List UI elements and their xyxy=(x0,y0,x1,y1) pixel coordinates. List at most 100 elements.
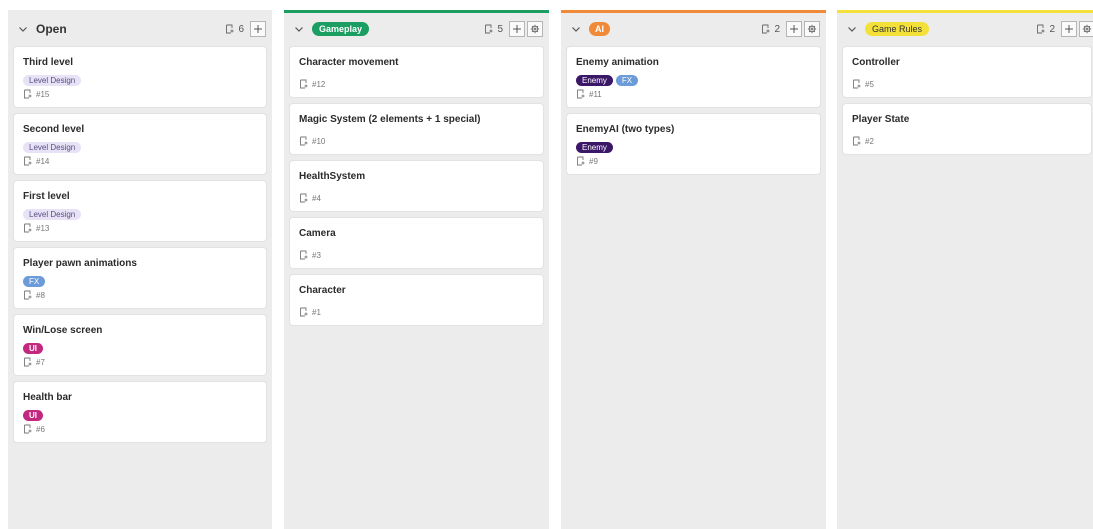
add-card-button[interactable] xyxy=(1061,21,1077,37)
chevron-down-icon[interactable] xyxy=(292,22,306,36)
issue-number: #4 xyxy=(299,193,535,203)
label-level-design[interactable]: Level Design xyxy=(23,142,82,153)
card[interactable]: Camera #3 xyxy=(290,218,543,268)
column-title: Game Rules xyxy=(865,22,930,36)
issue-icon xyxy=(762,24,770,34)
card[interactable]: Player State #2 xyxy=(843,104,1091,154)
column-title: Gameplay xyxy=(312,22,370,36)
chevron-down-icon[interactable] xyxy=(16,22,30,36)
label-enemy[interactable]: Enemy xyxy=(576,75,613,86)
issue-count: 2 xyxy=(761,24,780,35)
card-title[interactable]: Enemy animation xyxy=(576,56,812,69)
issue-number: #14 xyxy=(23,156,258,166)
card-title[interactable]: Controller xyxy=(852,56,1083,69)
add-card-button[interactable] xyxy=(250,21,266,37)
card[interactable]: First level Level Design #13 xyxy=(14,181,266,241)
column-header: AI 2 xyxy=(561,13,826,45)
issue-number: #13 xyxy=(23,223,258,233)
card[interactable]: Third level Level Design #15 xyxy=(14,47,266,107)
add-card-button[interactable] xyxy=(786,21,802,37)
card-title[interactable]: HealthSystem xyxy=(299,170,535,183)
gear-icon[interactable] xyxy=(804,21,820,37)
column-header: Open 6 xyxy=(8,13,272,45)
gear-icon[interactable] xyxy=(527,21,543,37)
issue-number: #11 xyxy=(576,89,812,99)
chevron-down-icon[interactable] xyxy=(569,22,583,36)
issue-icon xyxy=(24,357,32,367)
label-enemy[interactable]: Enemy xyxy=(576,142,613,153)
issue-number: #8 xyxy=(23,290,258,300)
column-game-rules: Game Rules 2 Controller #5 Player State … xyxy=(837,10,1093,529)
issue-number: #9 xyxy=(576,156,812,166)
card[interactable]: Second level Level Design #14 xyxy=(14,114,266,174)
issue-icon xyxy=(485,24,493,34)
issue-icon xyxy=(300,250,308,260)
issue-icon xyxy=(853,136,861,146)
label-ui[interactable]: UI xyxy=(23,343,43,354)
card[interactable]: HealthSystem #4 xyxy=(290,161,543,211)
card-title[interactable]: Character xyxy=(299,284,535,297)
card[interactable]: Player pawn animations FX #8 xyxy=(14,248,266,308)
label-fx[interactable]: FX xyxy=(615,75,639,86)
label-fx[interactable]: FX xyxy=(23,276,46,287)
issue-icon xyxy=(226,24,234,34)
card[interactable]: Win/Lose screen UI #7 xyxy=(14,315,266,375)
column-title: Open xyxy=(36,22,67,36)
issue-count: 2 xyxy=(1036,24,1055,35)
chevron-down-icon[interactable] xyxy=(845,22,859,36)
card[interactable]: EnemyAI (two types) Enemy #9 xyxy=(567,114,820,174)
card[interactable]: Magic System (2 elements + 1 special) #1… xyxy=(290,104,543,154)
issue-number: #10 xyxy=(299,136,535,146)
issue-icon xyxy=(577,156,585,166)
issue-icon xyxy=(853,79,861,89)
card[interactable]: Health bar UI #6 xyxy=(14,382,266,442)
card-title[interactable]: Player pawn animations xyxy=(23,257,258,270)
card-title[interactable]: Magic System (2 elements + 1 special) xyxy=(299,113,535,126)
column-header: Game Rules 2 xyxy=(837,13,1093,45)
card[interactable]: Controller #5 xyxy=(843,47,1091,97)
issue-number: #2 xyxy=(852,136,1083,146)
issue-icon xyxy=(577,89,585,99)
column-open: Open 6 Third level Level Design #15 Seco… xyxy=(8,10,272,529)
issue-icon xyxy=(300,79,308,89)
issue-count: 6 xyxy=(225,24,244,35)
column-gameplay: Gameplay 5 Character movement #12 Magic … xyxy=(284,10,549,529)
column-ai: AI 2 Enemy animation Enemy FX #11 EnemyA… xyxy=(561,10,826,529)
card-title[interactable]: Character movement xyxy=(299,56,535,69)
issue-icon xyxy=(1037,24,1045,34)
card-title[interactable]: EnemyAI (two types) xyxy=(576,123,812,136)
issue-number: #7 xyxy=(23,357,258,367)
label-level-design[interactable]: Level Design xyxy=(23,75,82,86)
issue-icon xyxy=(24,89,32,99)
issue-number: #6 xyxy=(23,424,258,434)
card[interactable]: Character #1 xyxy=(290,275,543,325)
add-card-button[interactable] xyxy=(509,21,525,37)
issue-number: #1 xyxy=(299,307,535,317)
card-title[interactable]: First level xyxy=(23,190,258,203)
column-header: Gameplay 5 xyxy=(284,13,549,45)
card-title[interactable]: Win/Lose screen xyxy=(23,324,258,337)
card[interactable]: Enemy animation Enemy FX #11 xyxy=(567,47,820,107)
project-board: Open 6 Third level Level Design #15 Seco… xyxy=(0,0,1093,529)
issue-icon xyxy=(24,424,32,434)
gear-icon[interactable] xyxy=(1079,21,1093,37)
issue-count: 5 xyxy=(484,24,503,35)
card-title[interactable]: Camera xyxy=(299,227,535,240)
card-title[interactable]: Health bar xyxy=(23,391,258,404)
card[interactable]: Character movement #12 xyxy=(290,47,543,97)
card-title[interactable]: Player State xyxy=(852,113,1083,126)
issue-number: #15 xyxy=(23,89,258,99)
issue-number: #12 xyxy=(299,79,535,89)
issue-number: #5 xyxy=(852,79,1083,89)
issue-icon xyxy=(24,156,32,166)
issue-icon xyxy=(24,290,32,300)
card-title[interactable]: Second level xyxy=(23,123,258,136)
label-level-design[interactable]: Level Design xyxy=(23,209,82,220)
issue-icon xyxy=(24,223,32,233)
issue-icon xyxy=(300,193,308,203)
card-title[interactable]: Third level xyxy=(23,56,258,69)
column-title: AI xyxy=(589,22,610,36)
label-ui[interactable]: UI xyxy=(23,410,43,421)
issue-number: #3 xyxy=(299,250,535,260)
issue-icon xyxy=(300,307,308,317)
